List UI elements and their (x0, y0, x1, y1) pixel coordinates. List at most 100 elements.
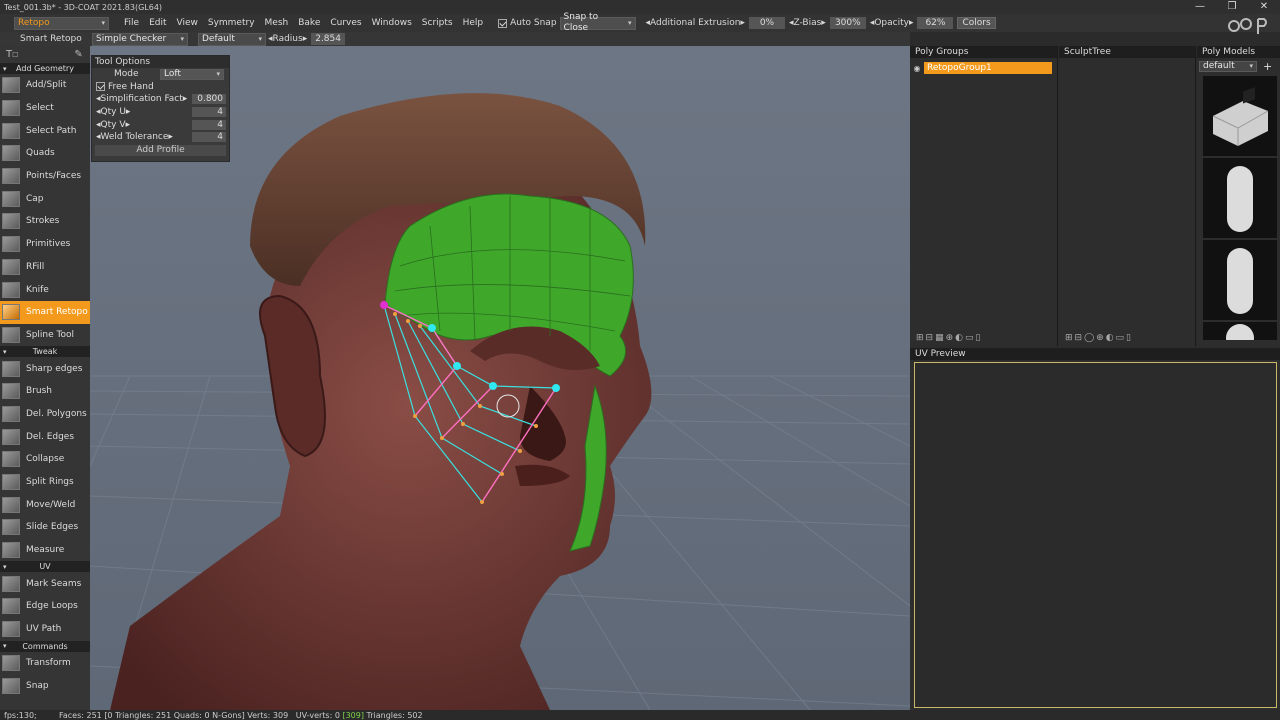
model-thumb-box[interactable] (1203, 76, 1277, 156)
tool-icon (2, 496, 20, 513)
tool-label: Move/Weld (26, 499, 76, 510)
simplification-field[interactable]: 0.800 (192, 94, 226, 105)
app-logo-icon (1228, 18, 1267, 34)
tool-slide-edges[interactable]: Slide Edges (0, 516, 90, 539)
additional-extrusion-label[interactable]: ◂Additional Extrusion▸ (646, 18, 745, 28)
model-thumb-capsule[interactable] (1203, 158, 1277, 238)
qty-u-field[interactable]: 4 (192, 107, 226, 118)
weld-tolerance-field[interactable]: 4 (192, 132, 226, 143)
tool-rfill[interactable]: RFill (0, 256, 90, 279)
preset-select[interactable]: Default ▾ (198, 32, 266, 46)
poly-groups-toolbar-icons[interactable]: ⊞⊟▦⊕◐▭▯ (916, 333, 982, 343)
menu-scripts[interactable]: Scripts (417, 18, 458, 28)
chevron-down-icon: ▾ (628, 18, 632, 27)
additional-extrusion-field[interactable]: 0% (748, 17, 785, 29)
add-profile-button[interactable]: Add Profile (95, 144, 226, 156)
poly-group-item[interactable]: RetopoGroup1 (924, 62, 1052, 74)
opacity-label[interactable]: ◂Opacity▸ (870, 18, 914, 28)
maximize-button[interactable]: ❐ (1216, 0, 1248, 14)
model-thumb-sphere[interactable] (1203, 322, 1277, 340)
tool-move-weld[interactable]: Move/Weld (0, 493, 90, 516)
tool-del-polygons[interactable]: Del. Polygons (0, 403, 90, 426)
tool-primitives[interactable]: Primitives (0, 233, 90, 256)
tool-spline-tool[interactable]: Spline Tool (0, 324, 90, 347)
tool-sharp-edges[interactable]: Sharp edges (0, 357, 90, 380)
tool-add-split[interactable]: Add/Split (0, 74, 90, 97)
room-select[interactable]: Retopo ▾ (14, 16, 109, 30)
tool-strokes[interactable]: Strokes (0, 210, 90, 233)
quads-count: Quads: 0 (173, 710, 210, 720)
sculpt-tree-panel: SculptTree ⊞⊟◯⊕◐▭▯ (1059, 46, 1196, 346)
tool-label: Smart Retopo (26, 307, 88, 318)
tool-points-faces[interactable]: Points/Faces (0, 165, 90, 188)
zbias-field[interactable]: 300% (829, 17, 866, 29)
poly-group-row[interactable]: ◉ RetopoGroup1 (910, 62, 1057, 74)
tool-brush[interactable]: Brush (0, 380, 90, 403)
pen-icon[interactable]: ✎ (74, 49, 82, 60)
tool-mark-seams[interactable]: Mark Seams (0, 572, 90, 595)
close-button[interactable]: ✕ (1248, 0, 1280, 14)
tool-split-rings[interactable]: Split Rings (0, 471, 90, 494)
sculpt-tree-title: SculptTree (1059, 46, 1195, 58)
chevron-down-icon: ▾ (101, 18, 105, 27)
mode-select[interactable]: Loft ▾ (160, 68, 224, 80)
menu-bake[interactable]: Bake (293, 18, 325, 28)
tool-knife[interactable]: Knife (0, 278, 90, 301)
menu-curves[interactable]: Curves (325, 18, 366, 28)
eye-icon[interactable]: ◉ (910, 64, 924, 73)
tool-transform[interactable]: Transform (0, 652, 90, 675)
section-header[interactable]: Tweak (0, 346, 90, 358)
qty-v-label[interactable]: ◂Qty V▸ (96, 120, 130, 130)
add-icon[interactable]: + (1263, 60, 1272, 73)
tool-snap[interactable]: Snap (0, 674, 90, 697)
tool-quads[interactable]: Quads (0, 142, 90, 165)
tool-icon (2, 654, 20, 671)
weld-tolerance-label[interactable]: ◂Weld Tolerance▸ (96, 132, 173, 142)
window-title: Test_001.3b* - 3D-COAT 2021.83(GL64) (4, 2, 163, 12)
minimize-button[interactable]: — (1184, 0, 1216, 14)
tool-del-edges[interactable]: Del. Edges (0, 425, 90, 448)
menu-symmetry[interactable]: Symmetry (203, 18, 260, 28)
free-hand-checkbox[interactable] (96, 82, 105, 92)
qty-u-label[interactable]: ◂Qty U▸ (96, 107, 130, 117)
shader-select[interactable]: Simple Checker ▾ (92, 32, 188, 46)
sculpt-tree-toolbar-icons[interactable]: ⊞⊟◯⊕◐▭▯ (1065, 333, 1133, 343)
menu-view[interactable]: View (172, 18, 203, 28)
uv-preview-canvas[interactable] (914, 362, 1277, 708)
window-controls: — ❐ ✕ (1184, 0, 1280, 14)
tool-collapse[interactable]: Collapse (0, 448, 90, 471)
tool-icon (2, 542, 20, 559)
section-header[interactable]: Add Geometry (0, 63, 90, 74)
preset-label: Default (202, 33, 235, 44)
tool-uv-path[interactable]: UV Path (0, 618, 90, 641)
tool-select[interactable]: Select (0, 97, 90, 120)
tool-label: Strokes (26, 216, 60, 227)
section-header[interactable]: UV (0, 561, 90, 573)
menu-windows[interactable]: Windows (367, 18, 417, 28)
snap-mode-select[interactable]: Snap to Close ▾ (559, 12, 636, 33)
tool-select-path[interactable]: Select Path (0, 119, 90, 142)
simplification-label[interactable]: ◂Simplification Fact▸ (96, 94, 187, 104)
text-tool-icon[interactable]: T ☐ ✎ (0, 46, 90, 63)
menu-file[interactable]: File (119, 18, 144, 28)
radius-label[interactable]: ◂Radius▸ (268, 34, 307, 44)
menu-mesh[interactable]: Mesh (260, 18, 294, 28)
tool-cap[interactable]: Cap (0, 187, 90, 210)
menu-edit[interactable]: Edit (144, 18, 171, 28)
qty-v-field[interactable]: 4 (192, 119, 226, 130)
poly-models-preset-select[interactable]: default ▾ (1199, 61, 1257, 72)
tool-icon (2, 190, 20, 207)
zbias-label[interactable]: ◂Z-Bias▸ (789, 18, 826, 28)
tool-measure[interactable]: Measure (0, 539, 90, 562)
auto-snap-checkbox[interactable] (498, 18, 508, 28)
model-thumb-capsule-2[interactable] (1203, 240, 1277, 320)
tool-edge-loops[interactable]: Edge Loops (0, 595, 90, 618)
tool-smart-retopo[interactable]: Smart Retopo (0, 300, 90, 324)
menu-help[interactable]: Help (458, 18, 489, 28)
opacity-field[interactable]: 62% (917, 17, 954, 29)
tool-icon (2, 122, 20, 139)
head-model[interactable] (110, 93, 652, 710)
colors-button[interactable]: Colors (957, 17, 996, 29)
radius-field[interactable]: 2.854 (311, 33, 345, 45)
section-header[interactable]: Commands (0, 640, 90, 652)
